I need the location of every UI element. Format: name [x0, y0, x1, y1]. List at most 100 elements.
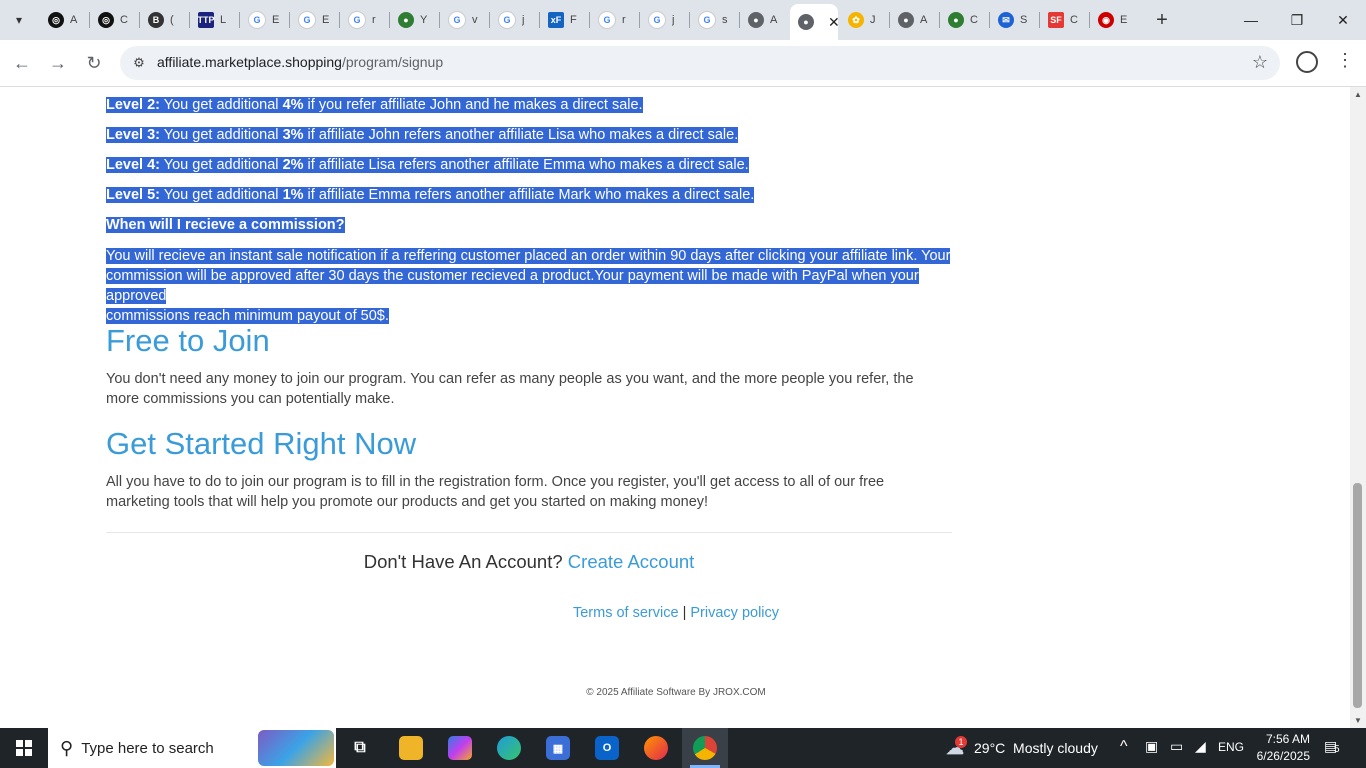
tab-title: S [1020, 14, 1028, 26]
close-window-button[interactable]: ✕ [1320, 0, 1366, 40]
tab-separator [239, 12, 240, 28]
chatgpt-icon: ◎ [48, 12, 64, 28]
reload-button[interactable]: ↻ [82, 51, 106, 75]
level-label: Level 5: [106, 187, 160, 203]
tab-title: J [870, 14, 876, 26]
clock-time: 7:56 AM [1265, 732, 1310, 746]
browser-tab[interactable]: Gs [690, 6, 738, 34]
globe-icon: ● [748, 12, 764, 28]
tab-title: A [70, 14, 78, 26]
system-clock[interactable]: 7:56 AM 6/26/2025 [1250, 731, 1310, 765]
language-indicator[interactable]: ENG [1218, 740, 1244, 754]
scroll-thumb[interactable] [1353, 483, 1362, 708]
tab-title: j [522, 14, 525, 26]
tab-close-icon[interactable]: ✕ [828, 14, 840, 31]
level-percent: 3% [282, 127, 304, 143]
outlook-icon[interactable]: O [595, 736, 619, 760]
target-icon: ◉ [1098, 12, 1114, 28]
scroll-up-arrow-icon[interactable]: ▲ [1354, 90, 1362, 99]
terms-of-service-link[interactable]: Terms of service [573, 605, 679, 621]
when-line-1: You will recieve an instant sale notific… [106, 248, 951, 264]
browser-tab[interactable]: GE [240, 6, 288, 34]
browser-tab[interactable]: ◉ E [1090, 6, 1138, 34]
when-line-3: commissions reach minimum payout of 50$. [106, 308, 389, 324]
show-hidden-icons-chevron-icon[interactable]: ^ [1120, 738, 1128, 756]
tab-search-chevron-icon[interactable]: ▾ [6, 7, 32, 33]
level-text: Level 3: You get additional 3% if affili… [106, 127, 739, 143]
forward-button[interactable]: → [46, 51, 70, 75]
excel-icon: xF [548, 12, 564, 28]
when-commission-heading: When will I recieve a commission? [106, 217, 345, 233]
search-highlight-image[interactable] [258, 730, 334, 766]
browser-tab[interactable]: ✿ J [840, 6, 888, 34]
browser-tab[interactable]: TTP L [190, 6, 238, 34]
browser-tab[interactable]: Gj [640, 6, 688, 34]
meet-now-icon[interactable]: ▣ [1145, 738, 1158, 755]
browser-tab[interactable]: ● A [740, 6, 788, 34]
store-icon[interactable]: ▦ [546, 736, 570, 760]
browser-tab[interactable]: ✉ S [990, 6, 1038, 34]
browser-tab[interactable]: SF C [1040, 6, 1088, 34]
browser-tab[interactable]: ●A✕ [790, 4, 840, 40]
tab-title: C [1070, 14, 1078, 26]
firefox-icon[interactable] [644, 736, 668, 760]
browser-tab[interactable]: Gj [490, 6, 538, 34]
wifi-icon[interactable]: ◢ [1195, 738, 1206, 755]
file-explorer-icon[interactable] [399, 736, 423, 760]
menu-kebab-icon[interactable]: ⋮ [1336, 50, 1354, 71]
globe-icon: ● [898, 12, 914, 28]
url-path: /program/signup [341, 54, 444, 70]
tab-title: v [472, 14, 478, 26]
privacy-policy-link[interactable]: Privacy policy [690, 605, 779, 621]
url-text[interactable]: affiliate.marketplace.shopping/program/s… [157, 54, 443, 70]
back-button[interactable]: ← [10, 51, 34, 75]
restore-button[interactable]: ❐ [1274, 0, 1320, 40]
page-scrollbar[interactable]: ▲ ▼ [1350, 87, 1366, 728]
browser-tab[interactable]: ● C [940, 6, 988, 34]
tab-title: C [120, 14, 128, 26]
tab-separator [89, 12, 90, 28]
mail-icon: ✉ [998, 12, 1014, 28]
create-account-link[interactable]: Create Account [568, 551, 695, 572]
bookmark-star-icon[interactable]: ☆ [1252, 52, 1268, 73]
tab-title: F [570, 14, 577, 26]
edge-icon[interactable] [497, 736, 521, 760]
google-icon: G [598, 11, 616, 29]
browser-tab[interactable]: ◎ C [90, 6, 138, 34]
browser-tab[interactable]: Gv [440, 6, 488, 34]
site-info-icon[interactable]: ⚙ [130, 54, 148, 72]
when-commission-body: You will recieve an instant sale notific… [106, 246, 956, 326]
browser-tab[interactable]: ◎ A [40, 6, 88, 34]
profile-avatar-icon[interactable] [1296, 51, 1318, 73]
google-icon: G [248, 11, 266, 29]
battery-icon[interactable]: ▭ [1170, 738, 1183, 755]
task-view-icon[interactable]: ⧉ [348, 736, 372, 760]
notification-center-icon[interactable]: ▤ 5 [1324, 738, 1344, 758]
tab-title: r [372, 14, 376, 26]
browser-tab[interactable]: Gr [340, 6, 388, 34]
new-tab-button[interactable]: + [1150, 8, 1174, 32]
browser-tab[interactable]: ● A [890, 6, 938, 34]
start-button[interactable] [0, 728, 48, 768]
tab-separator [289, 12, 290, 28]
chatgpt-icon: ◎ [98, 12, 114, 28]
browser-tab[interactable]: B( [140, 6, 188, 34]
browser-tab[interactable]: Gr [590, 6, 638, 34]
minimize-button[interactable]: — [1228, 0, 1274, 40]
chrome-icon[interactable] [693, 736, 717, 760]
commission-level-line: Level 4: You get additional 2% if affili… [106, 157, 749, 173]
scroll-down-arrow-icon[interactable]: ▼ [1354, 716, 1362, 725]
browser-tab[interactable]: ● Y [390, 6, 438, 34]
copilot-icon[interactable] [448, 736, 472, 760]
weather-text[interactable]: 29°C Mostly cloudy [974, 740, 1098, 756]
search-icon: ⚲ [60, 737, 74, 758]
level-text: Level 4: You get additional 2% if affili… [106, 157, 749, 173]
windows-logo-icon [16, 740, 32, 756]
browser-tab[interactable]: GE [290, 6, 338, 34]
taskbar-search[interactable]: ⚲ Type here to search [48, 728, 336, 768]
tab-title: E [1120, 14, 1128, 26]
tab-separator [189, 12, 190, 28]
browser-tab[interactable]: xF F [540, 6, 588, 34]
weather-badge: 1 [955, 736, 967, 748]
address-bar[interactable]: ⚙ affiliate.marketplace.shopping/program… [120, 46, 1280, 80]
